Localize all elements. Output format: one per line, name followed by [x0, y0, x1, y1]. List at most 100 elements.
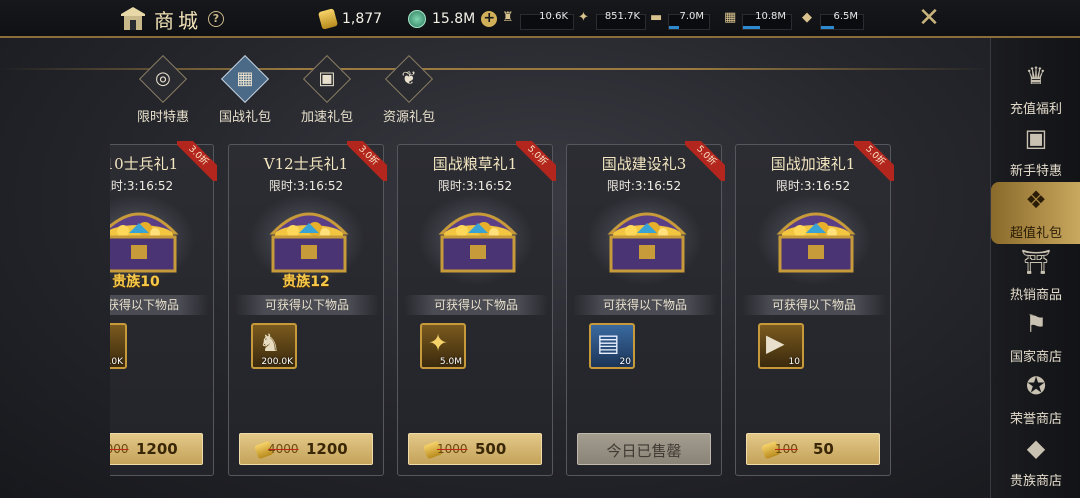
sidebar-item-hot[interactable]: ⛩ 热销商品	[991, 244, 1080, 306]
sidebar-item-nation[interactable]: ⚑ 国家商店	[991, 306, 1080, 368]
old-price: 100	[775, 442, 798, 456]
sidebar-item-honor[interactable]: ✪ 荣誉商店	[991, 368, 1080, 430]
card-timer: 限时:3:16:52	[268, 179, 344, 193]
close-button[interactable]: ✕	[912, 4, 946, 34]
pack-card[interactable]: 3.0折 V10士兵礼1 限时:3:16:52 贵族10 可获得以下物品 ♞ 2…	[110, 141, 217, 476]
buy-button[interactable]: 4000 1200	[110, 433, 203, 465]
stat-value: 6.5M	[833, 11, 858, 22]
card-timer: 限时:3:16:52	[775, 179, 851, 193]
old-price: 4000	[268, 442, 299, 456]
reward-item[interactable]: ▶ 10	[758, 323, 804, 369]
card-title: 国战粮草礼1	[432, 155, 518, 173]
newbie-icon: ▣	[1024, 124, 1048, 152]
obtain-label: 可获得以下物品	[235, 295, 379, 315]
item-qty: 20	[619, 357, 631, 367]
soldier-icon: ♜	[502, 10, 514, 25]
reward-item[interactable]: ♞ 200.0K	[110, 323, 127, 369]
vip-label: 贵族10	[112, 274, 160, 290]
stone-icon: ▦	[724, 10, 737, 25]
stat-value: 10.8M	[755, 11, 786, 22]
pack-card[interactable]: 3.0折 V12士兵礼1 限时:3:16:52 贵族12 可获得以下物品 ♞ 2…	[228, 141, 387, 476]
sidebar-item-label: 荣誉商店	[1009, 412, 1062, 427]
honor-icon: ✪	[1025, 372, 1047, 400]
pack-card[interactable]: 5.0折 国战粮草礼1 限时:3:16:52 可获得以下物品 ✦ 5.0M 10…	[397, 141, 556, 476]
coin-icon	[408, 10, 426, 28]
card-timer: 限时:3:16:52	[437, 179, 513, 193]
help-icon[interactable]: ?	[208, 11, 224, 27]
tab-limited-offer[interactable]: ◎ 限时特惠	[128, 54, 198, 125]
speedup-icon: ▶	[766, 329, 785, 357]
stat-wood: ▬ 7.0M	[650, 10, 710, 30]
sidebar-item-label: 新手特惠	[1009, 164, 1062, 179]
stat-stone: ▦ 10.8M	[724, 10, 792, 30]
tab-label: 限时特惠	[136, 110, 189, 125]
coin-value: 15.8M	[432, 11, 476, 27]
buy-button[interactable]: 4000 1200	[239, 433, 373, 465]
top-bar: 商城 ? 1,877 15.8M + ♜ 10.6K ✦ 851.7K ▬ 7.…	[0, 0, 1080, 38]
card-title: V10士兵礼1	[110, 155, 179, 173]
treasure-chest-icon	[110, 212, 179, 273]
tab-label: 国战礼包	[218, 110, 271, 125]
card-list[interactable]: 3.0折 V10士兵礼1 限时:3:16:52 贵族10 可获得以下物品 ♞ 2…	[110, 140, 990, 498]
vip-label: 贵族12	[282, 274, 330, 290]
stat-fill	[669, 26, 679, 29]
grain-icon: ✦	[578, 10, 589, 25]
obtain-label: 可获得以下物品	[742, 295, 886, 315]
recharge-icon: ♛	[1025, 62, 1047, 90]
pack-card[interactable]: 5.0折 国战加速礼1 限时:3:16:52 可获得以下物品 ▶ 10 100 …	[735, 141, 894, 476]
diamond-icon: ◆	[1026, 434, 1046, 462]
tab-label: 资源礼包	[382, 110, 435, 125]
grain-icon: ✦	[428, 329, 449, 357]
add-coin-icon[interactable]: +	[481, 11, 498, 27]
item-qty: 10	[788, 357, 800, 367]
card-title: 国战建设礼3	[601, 155, 687, 173]
item-qty: 200.0K	[261, 357, 293, 367]
item-qty: 5.0M	[439, 357, 462, 367]
stat-value: 10.6K	[539, 11, 568, 22]
price: 1200	[136, 440, 178, 458]
sidebar-item-recharge[interactable]: ♛ 充值福利	[991, 58, 1080, 120]
sold-out-label: 今日已售罄	[606, 442, 682, 460]
stat-value: 7.0M	[679, 11, 704, 22]
obtain-label: 可获得以下物品	[404, 295, 548, 315]
stat-soldiers: ♜ 10.6K	[502, 10, 574, 30]
reward-item[interactable]: ♞ 200.0K	[251, 323, 297, 369]
price: 50	[813, 440, 834, 458]
reward-item[interactable]: ✦ 5.0M	[420, 323, 466, 369]
tab-speedup-pack[interactable]: ▣ 加速礼包	[292, 54, 362, 125]
old-price: 4000	[110, 442, 129, 456]
sidebar-item-label: 充值福利	[1009, 102, 1062, 117]
stat-fill	[743, 26, 760, 29]
sidebar-item-label: 超值礼包	[1009, 226, 1062, 241]
scroll-icon: ▤	[597, 329, 620, 357]
sidebar-item-value-pack[interactable]: ❖ 超值礼包	[991, 182, 1080, 244]
soldier-icon: ♞	[110, 329, 111, 357]
card-title: V12士兵礼1	[263, 155, 349, 173]
sidebar-item-noble[interactable]: ◆ 贵族商店	[991, 430, 1080, 492]
buy-button[interactable]: 1000 500	[408, 433, 542, 465]
gold-value: 1,877	[342, 11, 383, 27]
grid-icon: ▦	[236, 68, 254, 89]
wood-icon: ▬	[650, 10, 663, 25]
sidebar-item-newbie[interactable]: ▣ 新手特惠	[991, 120, 1080, 182]
stat-iron: ◆ 6.5M	[802, 10, 864, 30]
reward-item[interactable]: ▤ 20	[589, 323, 635, 369]
stat-grain: ✦ 851.7K	[578, 10, 646, 30]
pack-card[interactable]: 5.0折 国战建设礼3 限时:3:16:52 可获得以下物品 ▤ 20 今日已售…	[566, 141, 725, 476]
hot-icon: ⛩	[1020, 248, 1052, 276]
tab-label: 加速礼包	[300, 110, 353, 125]
leaf-icon: ❦	[401, 68, 417, 89]
coin-resource: 15.8M +	[408, 8, 498, 30]
sidebar-item-label: 贵族商店	[1009, 474, 1062, 489]
item-qty: 200.0K	[110, 357, 123, 367]
shop-icon	[121, 7, 145, 30]
gift-icon: ❖	[1025, 186, 1047, 214]
sidebar: ♛ 充值福利 ▣ 新手特惠 ❖ 超值礼包 ⛩ 热销商品 ⚑ 国家商店 ✪ 荣誉商…	[990, 38, 1080, 498]
tab-resource-pack[interactable]: ❦ 资源礼包	[374, 54, 444, 125]
buy-button[interactable]: 100 50	[746, 433, 880, 465]
tab-war-pack[interactable]: ▦ 国战礼包	[210, 54, 280, 125]
nation-icon: ⚑	[1025, 310, 1047, 338]
price: 1200	[306, 440, 348, 458]
treasure-chest-icon	[269, 212, 349, 273]
treasure-chest-icon	[607, 212, 687, 273]
